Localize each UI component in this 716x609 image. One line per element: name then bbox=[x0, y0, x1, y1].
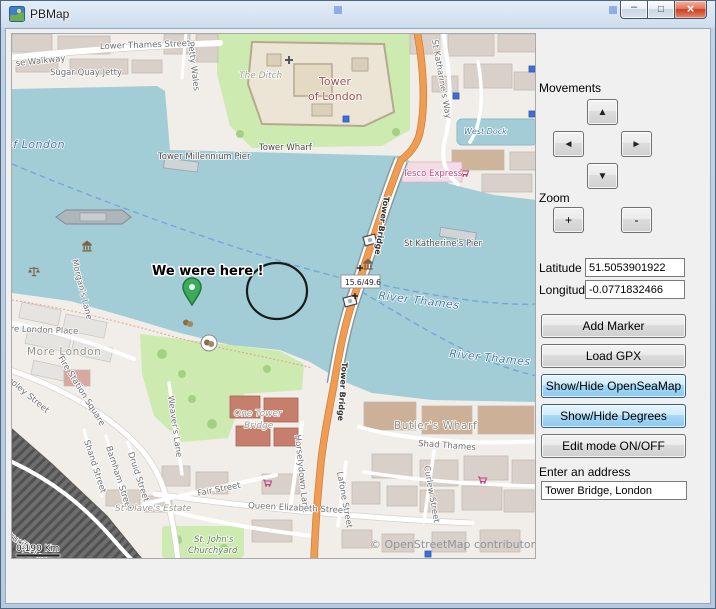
window-title: PBMap bbox=[30, 7, 69, 21]
map-label: Tesco Express bbox=[402, 169, 463, 179]
caption-buttons: – □ × bbox=[621, 1, 707, 19]
load-gpx-button[interactable]: Load GPX bbox=[541, 344, 686, 368]
toggle-openseamap-button[interactable]: Show/Hide OpenSeaMap bbox=[541, 374, 686, 398]
scale-text: 0,190 Km bbox=[16, 544, 59, 554]
map-label: St Olave's Estate bbox=[115, 504, 192, 514]
maximize-button[interactable]: □ bbox=[647, 1, 675, 19]
latitude-input[interactable] bbox=[585, 258, 685, 277]
longitude-label: Longitude bbox=[539, 283, 592, 297]
scale-bar bbox=[16, 554, 60, 557]
app-window: PBMap – □ × bbox=[0, 0, 716, 609]
toggle-degrees-button[interactable]: Show/Hide Degrees bbox=[541, 404, 686, 428]
latitude-label: Latitude bbox=[539, 261, 582, 275]
map-label: Sugar Quay Jetty bbox=[50, 68, 122, 78]
map-label: Butler's Wharf bbox=[394, 420, 477, 432]
titlebar[interactable]: PBMap – □ × bbox=[1, 1, 715, 28]
move-up-button[interactable]: ▲ bbox=[587, 99, 618, 125]
map-label: of London bbox=[12, 138, 65, 151]
movements-label: Movements bbox=[539, 81, 601, 95]
address-input[interactable] bbox=[541, 481, 687, 500]
map-svg: 15.6/49.6 se WalkwayLower Thames StreetP… bbox=[12, 34, 536, 559]
blue-square-icon bbox=[529, 66, 535, 72]
longitude-input[interactable] bbox=[585, 280, 685, 299]
map-label: Bridge bbox=[244, 421, 274, 431]
bridge-sign: 15.6/49.6 bbox=[341, 275, 381, 288]
close-button[interactable]: × bbox=[674, 1, 707, 19]
map-label: Tower Millennium Pier bbox=[157, 152, 251, 162]
map-label: of London bbox=[308, 90, 362, 103]
move-right-button[interactable]: ► bbox=[621, 131, 652, 157]
address-label: Enter an address bbox=[539, 465, 630, 479]
edit-mode-button[interactable]: Edit mode ON/OFF bbox=[541, 434, 686, 458]
map-label: The Ditch bbox=[239, 71, 283, 81]
map-label: One Tower bbox=[234, 409, 283, 419]
map-label: St Katherine's Pier bbox=[404, 239, 482, 249]
titlebar-ghost-square bbox=[609, 6, 617, 14]
app-icon bbox=[9, 6, 25, 22]
blue-square-icon bbox=[425, 551, 431, 557]
user-marker-label: We were here ! bbox=[152, 264, 264, 279]
map-label: St. John's bbox=[194, 535, 234, 545]
minimize-button[interactable]: – bbox=[620, 1, 648, 19]
zoom-out-button[interactable]: - bbox=[621, 207, 652, 233]
map-label: West Dock bbox=[464, 127, 507, 136]
move-down-button[interactable]: ▼ bbox=[587, 163, 618, 189]
zoom-label: Zoom bbox=[539, 191, 570, 205]
masks-circle-icon bbox=[201, 335, 217, 351]
add-marker-button[interactable]: Add Marker bbox=[541, 314, 686, 338]
blue-square-icon bbox=[529, 111, 535, 117]
map-attribution: © OpenStreetMap contributors bbox=[370, 538, 536, 551]
titlebar-ghost-square bbox=[334, 6, 342, 14]
blue-square-icon bbox=[343, 116, 349, 122]
ship bbox=[56, 210, 131, 224]
map-label: Tower Wharf bbox=[258, 143, 313, 153]
zoom-in-button[interactable]: + bbox=[553, 207, 584, 233]
svg-text:15.6/49.6: 15.6/49.6 bbox=[345, 278, 381, 287]
map-canvas[interactable]: 15.6/49.6 se WalkwayLower Thames StreetP… bbox=[11, 33, 536, 559]
map-label: Churchyard bbox=[188, 546, 238, 556]
blue-square-icon bbox=[453, 93, 459, 99]
map-label: Tower bbox=[318, 75, 351, 88]
move-left-button[interactable]: ◄ bbox=[553, 131, 584, 157]
